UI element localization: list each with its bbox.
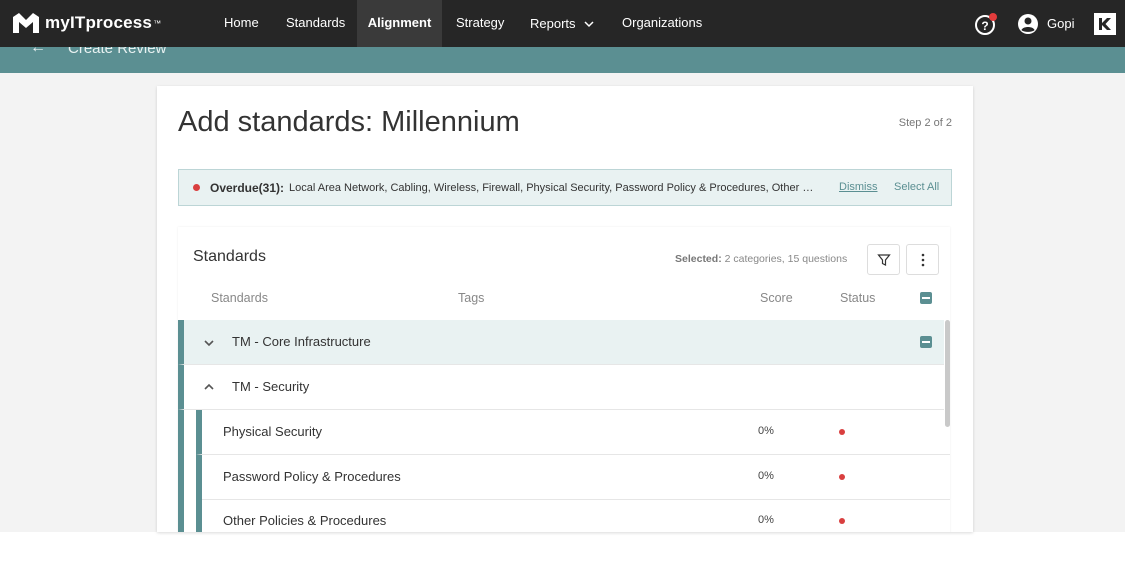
user-name: Gopi bbox=[1047, 16, 1075, 31]
help-button[interactable]: ? bbox=[975, 0, 999, 47]
chevron-down-icon bbox=[204, 340, 214, 347]
category-row[interactable]: TM - Core Infrastructure bbox=[178, 320, 944, 365]
top-nav: myITprocess ™ Home Standards Alignment S… bbox=[0, 0, 1125, 47]
column-header-tags[interactable]: Tags bbox=[458, 291, 484, 305]
kaseya-app-button[interactable] bbox=[1094, 0, 1116, 47]
more-options-button[interactable] bbox=[906, 244, 939, 275]
overdue-dot-icon bbox=[193, 184, 200, 191]
brand-logo[interactable]: myITprocess ™ bbox=[11, 11, 161, 35]
subheader-title: Create Review bbox=[68, 47, 167, 57]
brand-trademark: ™ bbox=[153, 18, 162, 28]
svg-text:?: ? bbox=[981, 19, 988, 33]
kaseya-logo-icon bbox=[1094, 12, 1116, 35]
status-dot-icon bbox=[839, 429, 845, 435]
select-all-link[interactable]: Select All bbox=[894, 181, 939, 193]
question-score: 0% bbox=[758, 514, 774, 526]
standards-panel: Standards Selected: 2 categories, 15 que… bbox=[178, 227, 950, 532]
more-vertical-icon bbox=[921, 253, 924, 266]
filter-button[interactable] bbox=[867, 244, 900, 275]
filter-icon bbox=[876, 253, 891, 266]
selected-label: Selected: bbox=[675, 253, 722, 265]
column-header-score[interactable]: Score bbox=[760, 291, 793, 305]
scrollbar[interactable] bbox=[945, 320, 950, 427]
selected-value: 2 categories, 15 questions bbox=[724, 253, 848, 265]
question-row[interactable]: Password Policy & Procedures 0% bbox=[196, 455, 950, 500]
nav-organizations[interactable]: Organizations bbox=[622, 0, 702, 47]
selected-summary: Selected: 2 categories, 15 questions bbox=[675, 253, 847, 265]
help-icon: ? bbox=[975, 12, 997, 35]
status-dot-icon bbox=[839, 518, 845, 524]
overdue-items: Local Area Network, Cabling, Wireless, F… bbox=[289, 182, 819, 194]
question-name: Password Policy & Procedures bbox=[223, 469, 401, 484]
question-row[interactable]: Other Policies & Procedures 0% bbox=[196, 499, 950, 532]
nav-strategy[interactable]: Strategy bbox=[456, 0, 504, 47]
category-name: TM - Core Infrastructure bbox=[232, 334, 371, 349]
page-title: Add standards: Millennium bbox=[178, 106, 520, 138]
question-row[interactable]: Physical Security 0% bbox=[196, 410, 950, 455]
category-indicator-bar bbox=[178, 410, 184, 532]
chevron-up-icon bbox=[204, 383, 214, 390]
user-menu[interactable]: Gopi bbox=[1017, 0, 1074, 47]
question-score: 0% bbox=[758, 470, 774, 482]
column-header-standards[interactable]: Standards bbox=[211, 291, 268, 305]
select-all-checkbox[interactable] bbox=[920, 292, 932, 304]
category-name: TM - Security bbox=[232, 379, 310, 394]
category-checkbox[interactable] bbox=[920, 336, 932, 348]
overdue-label: Overdue(31): bbox=[210, 181, 285, 195]
column-header-status[interactable]: Status bbox=[840, 291, 875, 305]
main-card: Add standards: Millennium Step 2 of 2 Ov… bbox=[157, 86, 973, 532]
nav-reports[interactable]: Reports bbox=[530, 0, 595, 47]
back-arrow-icon[interactable]: ← bbox=[30, 47, 46, 57]
nav-alignment[interactable]: Alignment bbox=[357, 0, 442, 47]
nav-reports-label: Reports bbox=[530, 15, 576, 31]
logo-mark-icon bbox=[13, 13, 39, 33]
panel-title: Standards bbox=[193, 248, 266, 265]
nav-home[interactable]: Home bbox=[224, 0, 259, 47]
category-row[interactable]: TM - Security bbox=[178, 365, 944, 410]
question-name: Other Policies & Procedures bbox=[223, 513, 387, 528]
user-avatar-icon bbox=[1018, 13, 1038, 34]
step-indicator: Step 2 of 2 bbox=[898, 117, 952, 129]
page-subheader: ← Create Review bbox=[0, 47, 1125, 73]
chevron-down-icon bbox=[584, 20, 594, 27]
overdue-banner: Overdue(31): Local Area Network, Cabling… bbox=[178, 169, 952, 206]
question-score: 0% bbox=[758, 425, 774, 437]
status-dot-icon bbox=[839, 474, 845, 480]
dismiss-link[interactable]: Dismiss bbox=[839, 181, 878, 193]
brand-name: myITprocess bbox=[45, 13, 153, 32]
nav-standards[interactable]: Standards bbox=[286, 0, 345, 47]
question-name: Physical Security bbox=[223, 424, 322, 439]
